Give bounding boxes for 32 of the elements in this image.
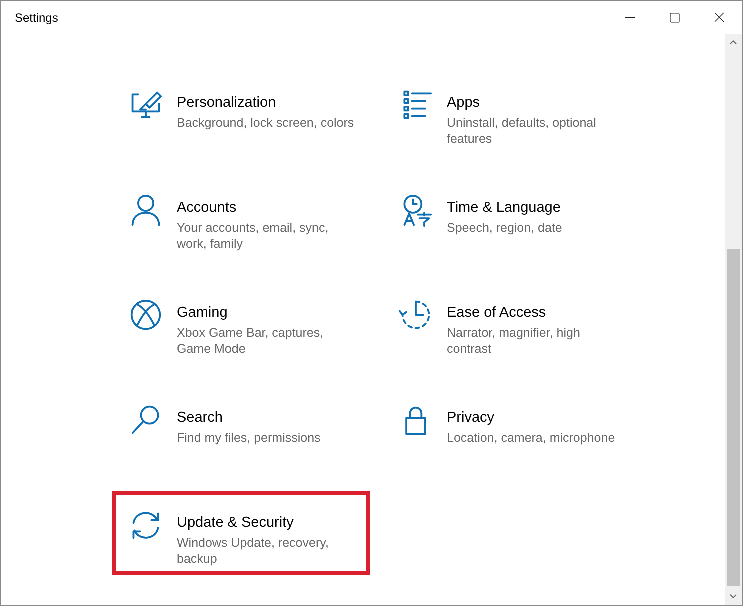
category-title: Search	[177, 409, 224, 428]
window-title: Settings	[14, 10, 60, 24]
category-title: Personalization	[177, 94, 278, 113]
category-tile[interactable]: Accounts Your accounts, email, sync, work, family	[112, 176, 370, 260]
category-description: Xbox Game Bar, captures, Game Mode	[177, 325, 325, 357]
category-title: Update & Security	[177, 514, 295, 533]
highlighted-category-tile[interactable]: Update & Security Windows Update, recovery, backup	[112, 491, 370, 575]
category-description: Narrator, magnifier, high contrast	[447, 325, 582, 357]
category-tile[interactable]: Privacy Location, camera, microphone	[382, 386, 640, 470]
minimize-icon	[624, 17, 634, 18]
category-description: Location, camera, microphone	[447, 430, 616, 446]
category-title: Privacy	[447, 409, 496, 428]
category-description: Your accounts, email, sync, work, family	[177, 220, 330, 252]
category-title: Time & Language	[447, 199, 562, 218]
scrollbar-thumb[interactable]	[727, 248, 740, 586]
category-title: Accounts	[177, 199, 238, 218]
category-description: Background, lock screen, colors	[177, 115, 356, 131]
category-tile[interactable]: Search Find my files, permissions	[112, 386, 370, 470]
category-title: Gaming	[177, 304, 229, 323]
category-tile[interactable]: Gaming Xbox Game Bar, captures, Game Mode	[112, 281, 370, 365]
maximize-icon	[668, 12, 680, 24]
scrollbar[interactable]	[725, 34, 742, 605]
category-tile[interactable]: Ease of Access Narrator, magnifier, high contrast	[382, 281, 640, 365]
category-tile[interactable]: Personalization Background, lock screen, colors	[112, 71, 370, 155]
category-title: Ease of Access	[447, 304, 548, 323]
category-description: Find my files, permissions	[177, 430, 322, 446]
category-description: Uninstall, defaults, optional features	[447, 115, 598, 147]
category-tile[interactable]: Time & Language Speech, region, date	[382, 176, 640, 260]
category-tile[interactable]: Apps Uninstall, defaults, optional features	[382, 71, 640, 155]
category-title: Apps	[447, 94, 482, 113]
category-description: Speech, region, date	[447, 220, 564, 236]
category-description: Windows Update, recovery, backup	[177, 535, 330, 567]
